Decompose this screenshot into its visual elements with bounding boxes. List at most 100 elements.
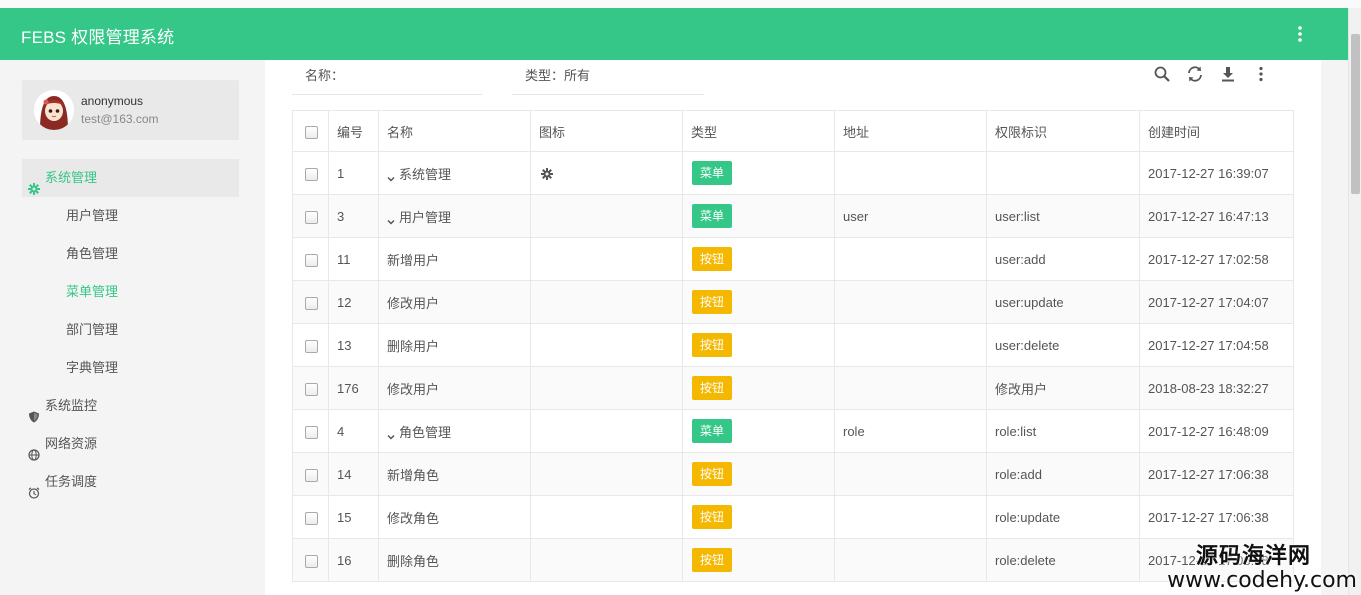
sidebar-group-task-scheduling[interactable]: 任务调度 [22,463,239,501]
top-strip [0,0,1361,8]
column-header-perms[interactable]: 权限标识 [986,110,1140,152]
select-all-checkbox[interactable] [305,125,318,139]
row-checkbox[interactable] [305,425,318,439]
gear-icon [539,166,553,181]
table-row[interactable]: 15 修改角色 按钮 role:update 2017-12-27 17:06:… [292,495,1294,539]
sidebar-item-role-management[interactable]: 角色管理 [22,235,239,273]
row-checkbox[interactable] [305,554,318,568]
cell-url [834,495,987,539]
table-row[interactable]: 176 修改用户 按钮 修改用户 2018-08-23 18:32:27 [292,366,1294,410]
row-checkbox[interactable] [305,468,318,482]
column-header-type[interactable]: 类型 [682,110,835,152]
cell-type: 按钮 [682,323,835,367]
cell-created: 2017-12-27 16:39:07 [1139,151,1294,195]
table-row[interactable]: 1 系统管理 菜单 2017-12-27 16:39:07 [292,151,1294,195]
cell-name: 新增用户 [378,237,531,281]
cell-type: 按钮 [682,237,835,281]
select-all-cell [292,110,329,152]
cell-url: role [834,409,987,453]
cell-id: 3 [328,194,379,238]
row-checkbox[interactable] [305,511,318,525]
column-header-url[interactable]: 地址 [834,110,987,152]
type-badge-button: 按钮 [692,505,733,529]
cell-name-text: 用户管理 [399,209,452,225]
sidebar-group-system-management[interactable]: 系统管理 [22,159,239,197]
cell-icon [530,538,683,582]
cell-perms: user:update [986,280,1140,324]
app-title: FEBS 权限管理系统 [21,28,175,47]
sidebar-group-system-monitor[interactable]: 系统监控 [22,387,239,425]
cell-id: 14 [328,452,379,496]
page-scrollbar[interactable] [1348,8,1361,595]
search-icon[interactable] [1153,65,1171,83]
row-checkbox[interactable] [305,296,318,310]
cell-created: 2017-12-27 17:06:38 [1139,452,1294,496]
cell-type: 菜单 [682,151,835,195]
row-checkbox[interactable] [305,167,318,181]
cell-perms: user:add [986,237,1140,281]
user-card: anonymous test@163.com [22,80,239,140]
cell-type: 按钮 [682,280,835,324]
sidebar-item-menu-management[interactable]: 菜单管理 [22,273,239,311]
cell-id: 16 [328,538,379,582]
column-header-icon[interactable]: 图标 [530,110,683,152]
cell-name: 删除用户 [378,323,531,367]
cell-perms: user:list [986,194,1140,238]
cell-name: 删除角色 [378,538,531,582]
table-row[interactable]: 14 新增角色 按钮 role:add 2017-12-27 17:06:38 [292,452,1294,496]
column-header-id[interactable]: 编号 [328,110,379,152]
chevron-down-icon[interactable] [387,214,395,225]
sidebar-item-dept-management[interactable]: 部门管理 [22,311,239,349]
column-header-created[interactable]: 创建时间 [1139,110,1294,152]
cell-name: 修改用户 [378,366,531,410]
download-icon[interactable] [1219,65,1237,83]
refresh-icon[interactable] [1186,65,1204,83]
cell-name: 系统管理 [378,151,531,195]
user-email: test@163.com [81,112,159,126]
table-row[interactable]: 12 修改用户 按钮 user:update 2017-12-27 17:04:… [292,280,1294,324]
row-checkbox-cell [292,452,329,496]
cell-created: 2018-08-23 18:32:27 [1139,366,1294,410]
cell-type: 按钮 [682,366,835,410]
scrollbar-thumb[interactable] [1351,34,1360,194]
chevron-down-icon[interactable] [387,429,395,440]
row-checkbox[interactable] [305,339,318,353]
row-checkbox[interactable] [305,210,318,224]
table-row[interactable]: 3 用户管理 菜单 user user:list 2017-12-27 16:4… [292,194,1294,238]
table-row[interactable]: 11 新增用户 按钮 user:add 2017-12-27 17:02:58 [292,237,1294,281]
row-checkbox-cell [292,495,329,539]
column-header-name[interactable]: 名称 [378,110,531,152]
row-checkbox-cell [292,237,329,281]
type-badge-button: 按钮 [692,333,733,357]
row-checkbox[interactable] [305,253,318,267]
row-checkbox[interactable] [305,382,318,396]
cell-type: 按钮 [682,538,835,582]
cell-perms: 修改用户 [986,366,1140,410]
cell-icon [530,323,683,367]
more-icon[interactable] [1252,65,1270,83]
header-more-icon[interactable] [1290,24,1310,44]
sidebar-nav: 系统管理 用户管理 角色管理 菜单管理 部门管理 字典管理 系统监控 网络资源 … [22,159,239,501]
type-badge-menu: 菜单 [692,161,733,185]
sidebar-item-user-management[interactable]: 用户管理 [22,197,239,235]
cell-name: 新增角色 [378,452,531,496]
cell-url [834,151,987,195]
type-badge-button: 按钮 [692,247,733,271]
sidebar-item-dict-management[interactable]: 字典管理 [22,349,239,387]
table-row[interactable]: 13 删除用户 按钮 user:delete 2017-12-27 17:04:… [292,323,1294,367]
name-filter-field[interactable]: 名称： [292,60,482,95]
sidebar-group-network-resources[interactable]: 网络资源 [22,425,239,463]
cell-perms: user:delete [986,323,1140,367]
chevron-down-icon[interactable] [387,171,395,182]
cell-id: 15 [328,495,379,539]
cell-id: 176 [328,366,379,410]
cell-url [834,366,987,410]
avatar [34,90,74,130]
type-filter-select[interactable]: 类型：所有 [512,60,704,95]
type-filter-label: 类型： [525,68,565,83]
cell-type: 按钮 [682,452,835,496]
table-row[interactable]: 16 删除角色 按钮 role:delete 2017-12-27 17:06:… [292,538,1294,582]
table-row[interactable]: 4 角色管理 菜单 role role:list 2017-12-27 16:4… [292,409,1294,453]
cell-icon [530,151,683,195]
cell-id: 13 [328,323,379,367]
